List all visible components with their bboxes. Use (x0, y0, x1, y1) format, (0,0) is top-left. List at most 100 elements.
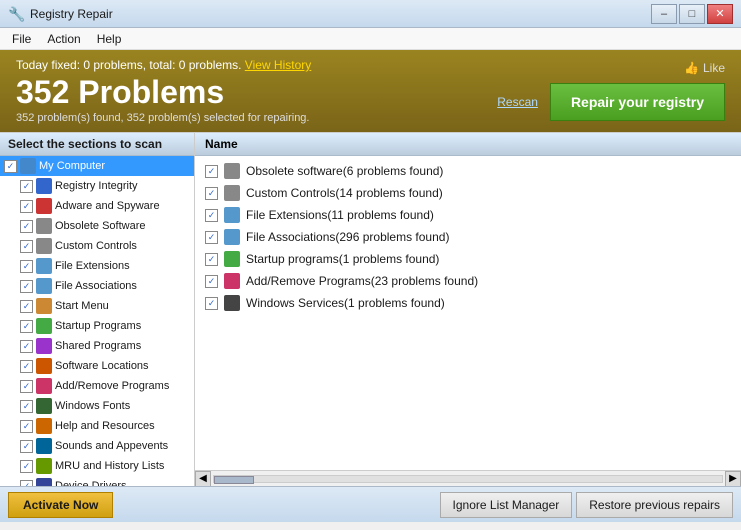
title-bar: 🔧 Registry Repair – □ ✕ (0, 0, 741, 28)
tree-item[interactable]: ✓MRU and History Lists (0, 456, 194, 476)
menu-help[interactable]: Help (89, 30, 130, 48)
result-item-label: Obsolete software(6 problems found) (246, 164, 443, 178)
tree-checkbox[interactable]: ✓ (20, 360, 33, 373)
scroll-track[interactable] (213, 475, 723, 483)
tree-item[interactable]: ✓Adware and Spyware (0, 196, 194, 216)
tree-item-icon (36, 398, 52, 414)
tree-checkbox[interactable]: ✓ (20, 180, 33, 193)
status-left: Today fixed: 0 problems, total: 0 proble… (16, 58, 311, 124)
tree-checkbox[interactable]: ✓ (20, 420, 33, 433)
tree-checkbox[interactable]: ✓ (20, 240, 33, 253)
result-item-label: Add/Remove Programs(23 problems found) (246, 274, 478, 288)
tree-item-icon (36, 418, 52, 434)
result-item[interactable]: ✓ Windows Services(1 problems found) (195, 292, 741, 314)
tree-checkbox[interactable]: ✓ (20, 400, 33, 413)
left-panel-title: Select the sections to scan (0, 133, 194, 156)
result-checkbox[interactable]: ✓ (205, 297, 218, 310)
maximize-button[interactable]: □ (679, 4, 705, 24)
tree-item[interactable]: ✓ Software Locations (0, 356, 194, 376)
tree-item-icon (36, 238, 52, 254)
tree-checkbox[interactable]: ✓ (20, 340, 33, 353)
result-item-label: File Extensions(11 problems found) (246, 208, 434, 222)
tree-item[interactable]: ✓Shared Programs (0, 336, 194, 356)
result-item[interactable]: ✓ Obsolete software(6 problems found) (195, 160, 741, 182)
tree-item[interactable]: ✓ Registry Integrity (0, 176, 194, 196)
window-title: Registry Repair (30, 7, 651, 21)
status-banner: Today fixed: 0 problems, total: 0 proble… (0, 50, 741, 132)
tree-checkbox[interactable]: ✓ (20, 260, 33, 273)
view-history-link[interactable]: View History (245, 58, 311, 72)
tree-item[interactable]: ✓My Computer (0, 156, 194, 176)
result-item-label: Custom Controls(14 problems found) (246, 186, 443, 200)
tree-item[interactable]: ✓ File Extensions (0, 256, 194, 276)
tree-checkbox[interactable]: ✓ (20, 480, 33, 487)
tree-item-label: Sounds and Appevents (55, 440, 168, 452)
like-icon: 👍 (684, 61, 699, 75)
tree-item-label: Software Locations (55, 360, 149, 372)
tree-checkbox[interactable]: ✓ (20, 460, 33, 473)
tree-checkbox[interactable]: ✓ (20, 300, 33, 313)
like-button[interactable]: 👍 Like (684, 61, 725, 75)
restore-previous-repairs-button[interactable]: Restore previous repairs (576, 492, 733, 518)
result-item-label: Windows Services(1 problems found) (246, 296, 445, 310)
tree-checkbox[interactable]: ✓ (20, 380, 33, 393)
result-checkbox[interactable]: ✓ (205, 187, 218, 200)
menu-action[interactable]: Action (39, 30, 88, 48)
result-item[interactable]: ✓Startup programs(1 problems found) (195, 248, 741, 270)
tree-item-icon (36, 198, 52, 214)
tree-item-icon (36, 458, 52, 474)
rescan-link[interactable]: Rescan (497, 95, 538, 109)
tree-item-label: Startup Programs (55, 320, 141, 332)
tree-item[interactable]: ✓Add/Remove Programs (0, 376, 194, 396)
result-checkbox[interactable]: ✓ (205, 165, 218, 178)
tree-item-icon (36, 258, 52, 274)
close-button[interactable]: ✕ (707, 4, 733, 24)
tree-item-icon (36, 318, 52, 334)
tree-item[interactable]: ✓ Sounds and Appevents (0, 436, 194, 456)
tree-item-label: File Extensions (55, 260, 130, 272)
result-item[interactable]: ✓ Custom Controls(14 problems found) (195, 182, 741, 204)
tree-checkbox[interactable]: ✓ (20, 220, 33, 233)
tree-item-label: Registry Integrity (55, 180, 138, 192)
activate-button[interactable]: Activate Now (8, 492, 113, 518)
scroll-right-arrow[interactable]: ▶ (725, 471, 741, 487)
tree-item[interactable]: ✓Device Drivers (0, 476, 194, 486)
tree-item-label: Obsolete Software (55, 220, 146, 232)
results-list[interactable]: ✓ Obsolete software(6 problems found) ✓ Cus… (195, 156, 741, 470)
result-checkbox[interactable]: ✓ (205, 209, 218, 222)
scroll-thumb[interactable] (214, 476, 254, 484)
tree-item[interactable]: ✓ Startup Programs (0, 316, 194, 336)
result-item[interactable]: ✓ Add/Remove Programs(23 problems found) (195, 270, 741, 292)
tree-item[interactable]: ✓ Custom Controls (0, 236, 194, 256)
tree-item-icon (36, 178, 52, 194)
ignore-list-manager-button[interactable]: Ignore List Manager (440, 492, 573, 518)
tree-item[interactable]: ✓ Obsolete Software (0, 216, 194, 236)
repair-registry-button[interactable]: Repair your registry (550, 83, 725, 121)
scroll-left-arrow[interactable]: ◀ (195, 471, 211, 487)
minimize-button[interactable]: – (651, 4, 677, 24)
tree-checkbox[interactable]: ✓ (20, 320, 33, 333)
tree-item[interactable]: ✓Start Menu (0, 296, 194, 316)
tree-checkbox[interactable]: ✓ (20, 440, 33, 453)
result-item[interactable]: ✓File Associations(296 problems found) (195, 226, 741, 248)
tree-item-label: File Associations (55, 280, 137, 292)
tree-item[interactable]: ✓Help and Resources (0, 416, 194, 436)
tree-item-icon (36, 218, 52, 234)
bottom-right-buttons: Ignore List Manager Restore previous rep… (440, 492, 733, 518)
tree-item[interactable]: ✓ File Associations (0, 276, 194, 296)
tree-item-icon (36, 438, 52, 454)
result-checkbox[interactable]: ✓ (205, 253, 218, 266)
tree-item[interactable]: ✓Windows Fonts (0, 396, 194, 416)
result-item[interactable]: ✓ File Extensions(11 problems found) (195, 204, 741, 226)
tree-checkbox[interactable]: ✓ (20, 280, 33, 293)
tree-checkbox[interactable]: ✓ (20, 200, 33, 213)
tree-item-icon (36, 338, 52, 354)
result-item-icon (224, 273, 240, 289)
tree-checkbox[interactable]: ✓ (4, 160, 17, 173)
result-checkbox[interactable]: ✓ (205, 275, 218, 288)
menu-file[interactable]: File (4, 30, 39, 48)
problem-count: 352 Problems (16, 76, 311, 108)
tree-item-label: Custom Controls (55, 240, 137, 252)
tree-scroll[interactable]: ✓My Computer✓Registry Integrity✓Adware a… (0, 156, 194, 486)
result-checkbox[interactable]: ✓ (205, 231, 218, 244)
